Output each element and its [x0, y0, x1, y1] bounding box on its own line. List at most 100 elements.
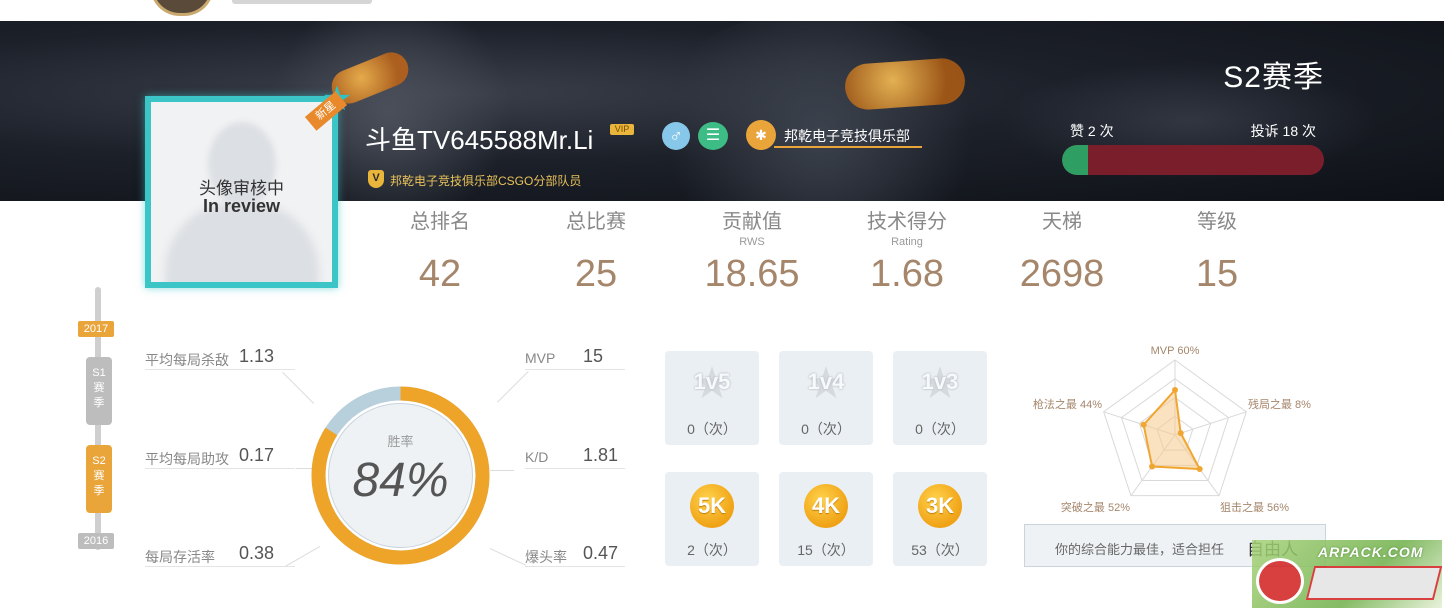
overall-stat-sublabel	[521, 235, 671, 249]
win-rate-value: 84%	[352, 454, 449, 507]
radar-axis-label: 枪法之最 44%	[1033, 397, 1102, 411]
radar-axis-label: 狙击之最 56%	[1220, 500, 1289, 514]
right-stat-value: 15	[583, 346, 604, 366]
season-pill-char: 赛	[93, 382, 105, 394]
left-stat-value: 0.38	[239, 543, 275, 563]
multikill-badge: 5K	[697, 493, 727, 518]
radar-point	[1196, 465, 1203, 472]
verified-shield-icon: V	[368, 170, 384, 188]
left-stat-label: 平均每局杀敌	[145, 352, 229, 368]
likes-count[interactable]: 赞 2 次	[1070, 121, 1114, 141]
season-s1-tab[interactable]: S1 赛季	[86, 357, 112, 425]
multikill-count: 2（次）	[687, 542, 737, 558]
clutch-count: 0（次）	[915, 421, 965, 437]
clutch-count: 0（次）	[687, 421, 737, 437]
overall-stat-value: 15	[1195, 253, 1239, 295]
overall-stat: 等级 15	[1142, 205, 1292, 297]
club-group-icon[interactable]: ✱	[746, 120, 776, 150]
overall-stat: 贡献值 RWS 18.65	[677, 205, 827, 297]
season-pill-char: 赛	[93, 470, 105, 482]
season-pill-char: 季	[93, 397, 105, 409]
club-underline	[774, 146, 922, 148]
overall-stat-value: 1.68	[870, 253, 944, 295]
vip-badge: VIP	[610, 124, 634, 135]
right-stat-value: 0.47	[583, 543, 619, 563]
multikill-tile: 3K 53（次）	[893, 472, 987, 566]
watermark-text: ARPACK.COM	[1318, 544, 1424, 560]
overall-stat-label: 技术得分	[867, 211, 947, 233]
site-logo-text	[232, 0, 372, 4]
multikill-tile: 4K 15（次）	[779, 472, 873, 566]
overall-stat-sublabel: Rating	[891, 236, 923, 248]
season-title: S2赛季	[1223, 61, 1324, 94]
multikill-badge: 4K	[811, 493, 841, 518]
overall-stat-label: 天梯	[1042, 211, 1082, 233]
radar-axis-label: 突破之最 52%	[1061, 500, 1130, 514]
right-stat-value: 1.81	[583, 445, 619, 465]
radar-point	[1177, 430, 1184, 437]
radar-axis-label: MVP 60%	[1151, 345, 1200, 357]
overall-stat-label: 贡献值	[722, 211, 782, 233]
connector-line	[490, 470, 514, 471]
complaints-count[interactable]: 投诉 18 次	[1220, 121, 1316, 141]
top-nav-bar	[0, 0, 1444, 21]
right-stat-label: 爆头率	[525, 549, 567, 565]
overall-stat-sublabel: RWS	[739, 236, 765, 248]
clutch-badge: 1v5	[693, 369, 731, 394]
right-stat-row: MVP 15	[525, 346, 625, 370]
connector-line	[489, 548, 527, 566]
overall-stat-value: 42	[418, 253, 462, 295]
season-s2-tab[interactable]: S2 赛季	[86, 445, 112, 513]
watermark-logo	[1256, 558, 1304, 604]
season-pill-char: S2	[92, 455, 106, 467]
multikill-count: 53（次）	[911, 542, 969, 558]
left-stat-row: 平均每局杀敌 1.13	[145, 346, 295, 370]
overall-stat-value: 25	[574, 253, 618, 295]
left-stat-row: 平均每局助攻 0.17	[145, 445, 295, 469]
multikill-tile: 5K 2（次）	[665, 472, 759, 566]
overall-stat-sublabel	[1142, 235, 1292, 249]
overall-stat: 总排名 42	[365, 205, 515, 297]
radar-axis-label: 残局之最 8%	[1248, 397, 1311, 411]
overall-stat-label: 总排名	[410, 211, 470, 233]
overall-stat: 总比赛 25	[521, 205, 671, 297]
overall-stat-sublabel	[365, 235, 515, 249]
overall-stat-label: 总比赛	[566, 211, 626, 233]
overall-stats: 总排名 42 总比赛 25 贡献值 RWS 18.65 技术得分 Rating 1.68 天梯 269…	[365, 205, 1295, 305]
right-stat-label: K/D	[525, 449, 549, 465]
right-stat-label: MVP	[525, 350, 556, 366]
male-icon: ♂	[662, 122, 690, 150]
clutch-tile: ★ 1v4 0（次）	[779, 351, 873, 445]
connector-line	[497, 370, 529, 403]
club-role: 邦乾电子竞技俱乐部CSGO分部队员	[390, 174, 582, 188]
win-rate-label: 胜率	[387, 434, 414, 449]
multikill-badge: 3K	[925, 493, 955, 518]
clutch-tile: ★ 1v3 0（次）	[893, 351, 987, 445]
radar-point	[1149, 463, 1156, 470]
overall-stat-label: 等级	[1197, 211, 1237, 233]
overall-stat-sublabel	[987, 235, 1137, 249]
best-role-message: 你的综合能力最佳，适合担任	[1055, 542, 1225, 557]
year-2017-label: 2017	[78, 321, 114, 337]
avatar[interactable]: 头像审核中 In review	[145, 96, 338, 288]
clutch-badge: 1v4	[807, 369, 845, 394]
left-stat-value: 1.13	[239, 346, 275, 366]
player-name: 斗鱼TV645588Mr.Li	[365, 125, 594, 155]
left-stat-value: 0.17	[239, 445, 275, 465]
year-2016-label: 2016	[78, 533, 114, 549]
overall-stat: 天梯 2698	[987, 205, 1137, 297]
ability-radar-chart: MVP 60% 残局之最 8% 狙击之最 56% 突破之最 52% 枪法之最 44%	[1033, 345, 1311, 514]
left-stat-label: 每局存活率	[145, 549, 215, 565]
vote-ratio-fill	[1062, 145, 1089, 175]
site-logo[interactable]	[150, 0, 214, 16]
site-watermark: ARPACK.COM	[1252, 540, 1442, 608]
left-stat-label: 平均每局助攻	[145, 451, 229, 467]
id-card-icon[interactable]: ☰	[698, 122, 728, 150]
season-pill-char: S1	[92, 367, 106, 379]
club-link[interactable]: 邦乾电子竞技俱乐部	[784, 126, 910, 146]
radar-point	[1140, 421, 1147, 428]
radar-point	[1172, 387, 1178, 393]
right-stat-row: 爆头率 0.47	[525, 543, 625, 567]
clutch-count: 0（次）	[801, 421, 851, 437]
overall-stat-value: 2698	[1019, 253, 1105, 295]
